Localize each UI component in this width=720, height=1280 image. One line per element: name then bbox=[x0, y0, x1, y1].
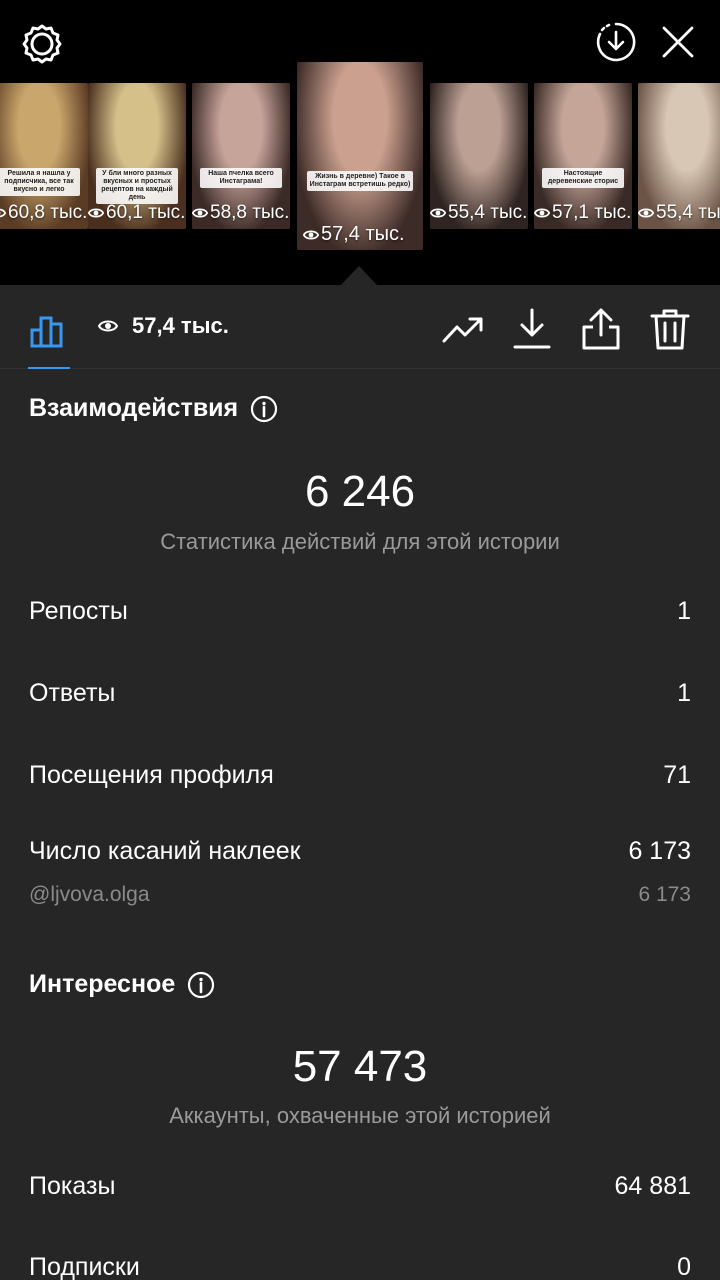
eye-icon bbox=[0, 208, 6, 218]
tab-insights[interactable] bbox=[25, 305, 73, 353]
insights-toolbar: 57,4 тыс. bbox=[0, 285, 720, 369]
eye-icon bbox=[430, 208, 446, 218]
stat-row-replies: Ответы 1 bbox=[29, 679, 691, 708]
trend-icon bbox=[442, 317, 483, 343]
sticker-label: @ljvova.olga bbox=[29, 883, 150, 906]
story-thumbnail[interactable]: 55,4 тыс. bbox=[430, 83, 528, 229]
story-views-text: 60,1 тыс. bbox=[106, 202, 186, 223]
download-icon bbox=[513, 308, 551, 349]
story-views-text: 60,8 тыс. bbox=[8, 202, 88, 223]
insights-sheet: 57,4 тыс. Взаимодействия 6 246 Статистик… bbox=[0, 285, 720, 1280]
gear-icon bbox=[22, 24, 62, 64]
info-icon[interactable] bbox=[250, 395, 278, 423]
story-thumbnail[interactable]: Наша пчелка всего Инстаграма! 58,8 тыс. bbox=[192, 83, 290, 229]
story-view-count: 55,4 тыс. bbox=[638, 202, 720, 224]
close-button[interactable] bbox=[652, 16, 704, 68]
story-caption: У бли много разных вкусных и простых рец… bbox=[95, 167, 179, 204]
stat-row-reposts: Репосты 1 bbox=[29, 597, 691, 626]
story-thumbnail-selected[interactable]: Жизнь в деревне) Такое в Инстаграм встре… bbox=[297, 62, 423, 250]
stat-label: Подписки bbox=[29, 1253, 140, 1280]
info-icon[interactable] bbox=[187, 971, 215, 999]
story-views-text: 57,1 тыс. bbox=[552, 202, 632, 223]
eye-icon bbox=[88, 208, 104, 218]
story-views-text: 58,8 тыс. bbox=[210, 202, 290, 223]
interactions-subtitle: Статистика действий для этой истории bbox=[160, 529, 560, 554]
story-view-count: 57,1 тыс. bbox=[534, 202, 631, 224]
trash-icon bbox=[650, 309, 690, 350]
stat-row-mention-sticker: @ljvova.olga 6 173 bbox=[29, 883, 691, 907]
discovery-title: Интересное bbox=[29, 970, 176, 998]
stat-value: 6 173 bbox=[628, 837, 691, 865]
stories-header: Решила я нашла у подписчика, все так вку… bbox=[0, 0, 720, 285]
active-tab-indicator bbox=[28, 367, 70, 369]
stories-carousel[interactable]: Решила я нашла у подписчика, все так вку… bbox=[0, 62, 720, 262]
story-view-count: 57,4 тыс. bbox=[303, 223, 405, 246]
stat-value: 64 881 bbox=[614, 1172, 691, 1200]
stat-label: Число касаний наклеек bbox=[29, 837, 301, 865]
view-count: 57,4 тыс. bbox=[132, 313, 229, 338]
stat-label: Показы bbox=[29, 1172, 116, 1200]
eye-icon bbox=[638, 208, 654, 218]
stat-value: 1 bbox=[677, 679, 691, 707]
eye-icon bbox=[192, 208, 208, 218]
reach-subtitle: Аккаунты, охваченные этой историей bbox=[169, 1103, 551, 1128]
story-thumbnail[interactable]: Настоящие деревенские сторис 57,1 тыс. bbox=[534, 83, 632, 229]
interactions-header: Взаимодействия bbox=[29, 394, 278, 423]
story-views-text: 55,4 тыс. bbox=[448, 202, 528, 223]
stat-value: 71 bbox=[663, 761, 691, 789]
stat-row-impressions: Показы 64 881 bbox=[29, 1172, 691, 1201]
stat-label: Посещения профиля bbox=[29, 761, 274, 789]
share-icon bbox=[582, 308, 620, 350]
eye-icon bbox=[303, 230, 319, 239]
close-icon bbox=[662, 26, 694, 58]
bar-chart-icon bbox=[30, 316, 63, 348]
selected-pointer bbox=[341, 266, 377, 285]
viewers-button[interactable]: 57,4 тыс. bbox=[98, 311, 229, 341]
story-caption: Наша пчелка всего Инстаграма! bbox=[199, 167, 283, 188]
interactions-total: 6 246 bbox=[304, 467, 416, 516]
story-preview-image bbox=[297, 62, 423, 250]
reach-total: 57 473 bbox=[292, 1042, 428, 1091]
stat-label: Ответы bbox=[29, 679, 116, 707]
stat-value: 1 bbox=[677, 597, 691, 625]
story-view-count: 60,1 тыс. bbox=[88, 202, 185, 224]
story-caption: Решила я нашла у подписчика, все так вку… bbox=[0, 167, 81, 196]
stat-row-follows: Подписки 0 bbox=[29, 1253, 691, 1280]
story-caption: Настоящие деревенские сторис bbox=[541, 167, 625, 188]
stat-row-sticker-taps: Число касаний наклеек 6 173 bbox=[29, 837, 691, 866]
interactions-title: Взаимодействия bbox=[29, 394, 239, 422]
eye-icon bbox=[98, 320, 118, 332]
save-button[interactable] bbox=[590, 16, 642, 68]
story-view-count: 55,4 тыс. bbox=[430, 202, 527, 224]
stat-value: 0 bbox=[677, 1253, 691, 1280]
story-view-count: 60,8 тыс. bbox=[0, 202, 87, 224]
story-thumbnail[interactable]: У бли много разных вкусных и простых рец… bbox=[88, 83, 186, 229]
story-caption: Жизнь в деревне) Такое в Инстаграм встре… bbox=[307, 171, 413, 192]
story-thumbnail[interactable]: Решила я нашла у подписчика, все так вку… bbox=[0, 83, 88, 229]
share-button[interactable] bbox=[577, 305, 625, 353]
delete-button[interactable] bbox=[646, 305, 694, 353]
eye-icon bbox=[534, 208, 550, 218]
download-button[interactable] bbox=[508, 305, 556, 353]
download-circle-icon bbox=[596, 22, 636, 62]
promote-button[interactable] bbox=[439, 305, 487, 353]
story-view-count: 58,8 тыс. bbox=[192, 202, 289, 224]
stat-row-profile-visits: Посещения профиля 71 bbox=[29, 761, 691, 790]
sticker-value: 6 173 bbox=[638, 883, 691, 906]
discovery-header: Интересное bbox=[29, 970, 215, 999]
story-thumbnail[interactable]: 55,4 тыс. bbox=[638, 83, 720, 229]
story-views-text: 55,4 тыс. bbox=[656, 202, 720, 223]
stat-label: Репосты bbox=[29, 597, 128, 625]
story-views-text: 57,4 тыс. bbox=[321, 223, 405, 245]
